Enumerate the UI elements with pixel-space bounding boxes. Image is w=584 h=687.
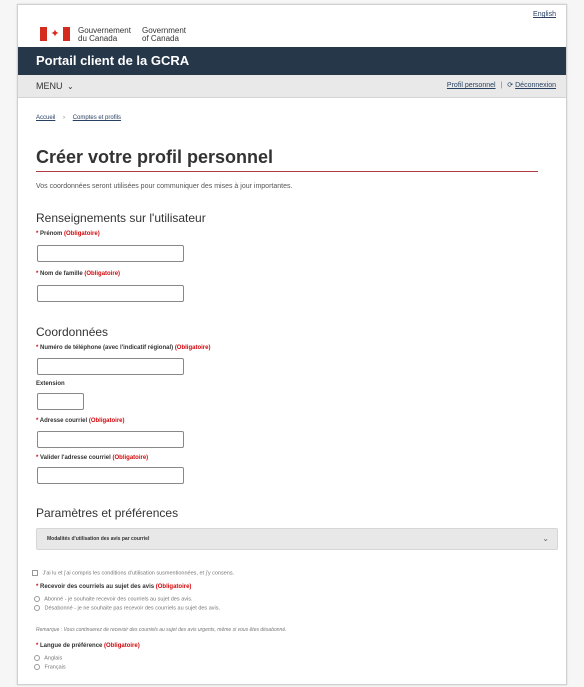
breadcrumb-home-link[interactable]: Accueil	[36, 115, 55, 121]
email-label: * Adresse courriel (Obligatoire)	[36, 418, 125, 424]
logout-icon: ⟳	[507, 82, 514, 89]
consent-checkbox[interactable]	[32, 570, 38, 576]
notifications-note: Remarque : Vous continuerez de recevoir …	[36, 627, 287, 633]
terms-accordion-label: Modalités d'utilisation des avis par cou…	[47, 536, 150, 542]
email-confirm-input[interactable]	[37, 467, 184, 484]
email-input[interactable]	[37, 431, 184, 448]
page-title: Créer votre profil personnel	[36, 147, 274, 167]
consent-label: J'ai lu et j'ai compris les conditions d…	[42, 570, 235, 577]
menu-bar: MENU ⌄ Profil personnel | ⟳ Déconnexion	[18, 75, 566, 98]
language-toggle-link[interactable]: English	[533, 11, 556, 18]
last-name-input[interactable]	[37, 285, 184, 302]
first-name-input[interactable]	[37, 245, 184, 262]
last-name-label: * Nom de famille (Obligatoire)	[36, 271, 121, 277]
page-intro: Vos coordonnées seront utilisées pour co…	[36, 183, 293, 190]
subscribe-radio[interactable]	[34, 596, 40, 602]
page-frame: ✦ Gouvernement du Canada Government of C…	[17, 4, 567, 685]
signature-french: Gouvernement du Canada	[78, 26, 131, 43]
canada-flag-icon: ✦	[40, 27, 70, 41]
breadcrumb: Accueil › Comptes et profils	[36, 115, 121, 121]
language-option-french[interactable]: Français	[34, 664, 66, 670]
chevron-down-icon: ⌄	[67, 82, 74, 91]
phone-label: * Numéro de téléphone (avec l'indicatif …	[36, 345, 211, 351]
section-contact-heading: Coordonnées	[36, 325, 109, 339]
section-settings-heading: Paramètres et préférences	[36, 506, 179, 520]
breadcrumb-separator: ›	[63, 115, 66, 121]
subscribe-option[interactable]: Abonné - je souhaite recevoir des courri…	[34, 596, 193, 602]
breadcrumb-current-link[interactable]: Comptes et profils	[73, 115, 121, 121]
section-user-info-heading: Renseignements sur l'utilisateur	[36, 211, 206, 225]
account-links: Profil personnel | ⟳ Déconnexion	[447, 75, 556, 97]
consent-checkbox-row[interactable]: J'ai lu et j'ai compris les conditions d…	[32, 570, 234, 576]
language-label: * Langue de préférence (Obligatoire)	[36, 643, 140, 649]
french-radio[interactable]	[34, 664, 40, 670]
extension-label: Extension	[36, 381, 65, 387]
first-name-label: * Prénom (Obligatoire)	[36, 231, 100, 237]
government-header: ✦ Gouvernement du Canada Government of C…	[18, 5, 566, 47]
phone-input[interactable]	[37, 358, 184, 375]
app-title: Portail client de la GCRA	[36, 53, 190, 68]
menu-label: MENU	[36, 81, 63, 91]
email-confirm-label: * Valider l'adresse courriel (Obligatoir…	[36, 455, 149, 461]
unsubscribe-radio[interactable]	[34, 605, 40, 611]
language-option-english[interactable]: Anglais	[34, 655, 62, 661]
profile-link[interactable]: Profil personnel	[447, 82, 496, 89]
extension-input[interactable]	[37, 393, 84, 410]
notifications-label: * Recevoir des courriels au sujet des av…	[36, 584, 192, 590]
title-divider	[36, 171, 538, 172]
app-header: Portail client de la GCRA	[18, 47, 566, 75]
menu-button[interactable]: MENU ⌄	[36, 75, 74, 98]
chevron-down-icon: ⌄	[542, 534, 549, 543]
link-separator: |	[500, 82, 503, 89]
english-radio[interactable]	[34, 655, 40, 661]
unsubscribe-option[interactable]: Désabonné - je ne souhaite pas recevoir …	[34, 605, 220, 611]
logout-link[interactable]: Déconnexion	[515, 82, 556, 89]
terms-accordion[interactable]: Modalités d'utilisation des avis par cou…	[36, 528, 558, 550]
signature-english: Government of Canada	[142, 26, 187, 43]
